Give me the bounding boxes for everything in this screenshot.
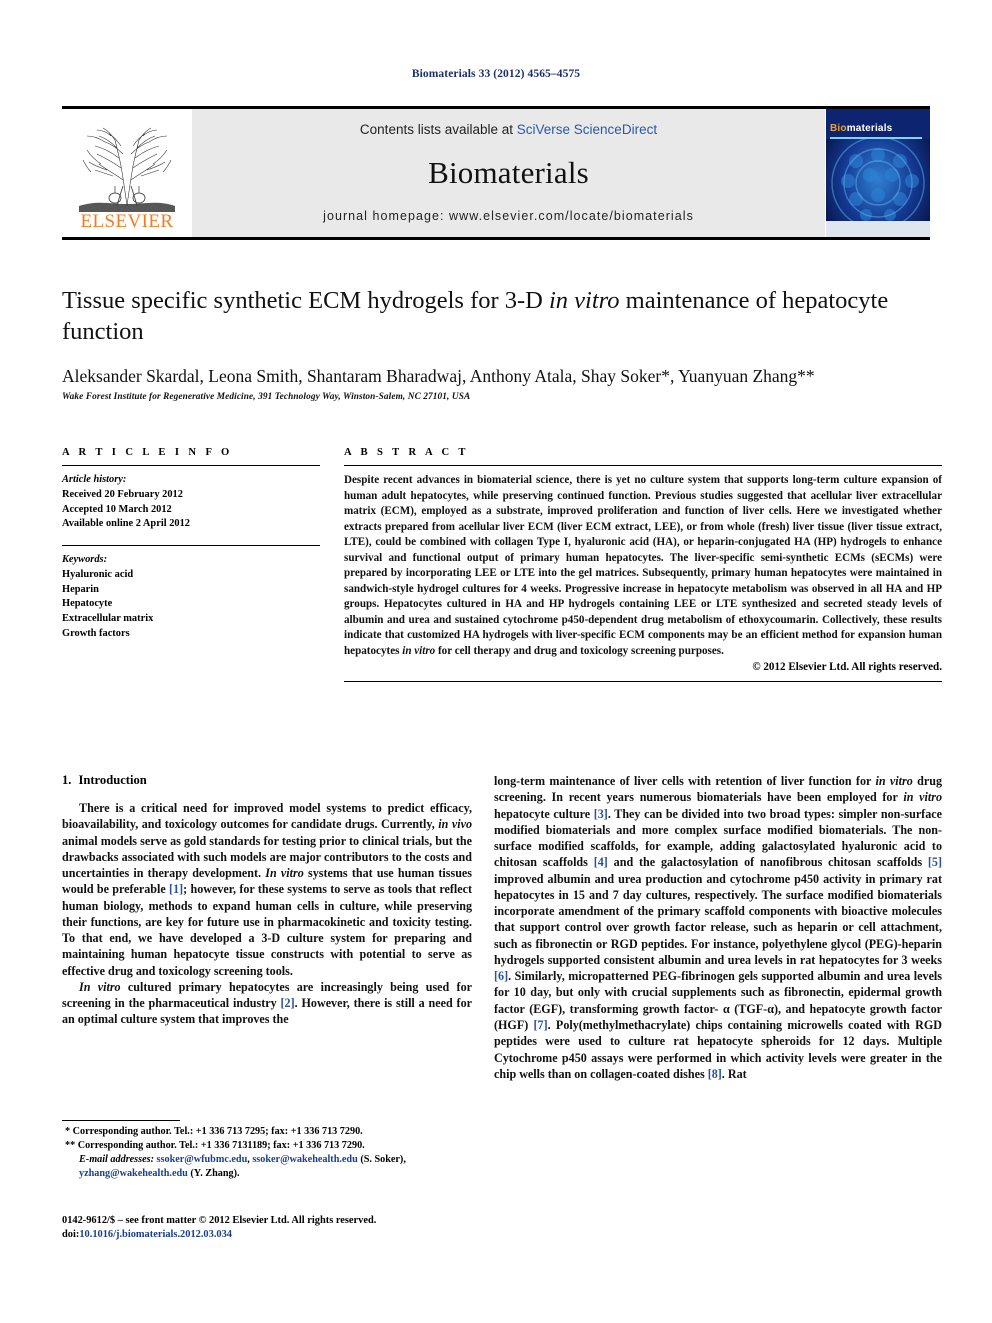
cover-title-bio: Bio — [830, 123, 847, 134]
citation-link-1[interactable]: [1] — [169, 882, 183, 896]
keyword-item: Growth factors — [62, 627, 130, 639]
keyword-item: Hyaluronic acid — [62, 568, 134, 580]
article-history-block: Article history: Received 20 February 20… — [62, 473, 320, 532]
divider — [62, 545, 320, 547]
doi-link[interactable]: 10.1016/j.biomaterials.2012.03.034 — [79, 1229, 232, 1240]
paragraph: There is a critical need for improved mo… — [62, 800, 472, 979]
keyword-item: Heparin — [62, 583, 99, 595]
author-list: Aleksander Skardal, Leona Smith, Shantar… — [62, 366, 815, 386]
elsevier-wordmark: ELSEVIER — [80, 211, 174, 232]
keyword-item: Extracellular matrix — [62, 613, 154, 625]
r-f: improved albumin and urea production and… — [494, 871, 942, 967]
history-accepted: Accepted 10 March 2012 — [62, 503, 172, 515]
abstract-text-2: for cell therapy and drug and toxicology… — [435, 644, 724, 657]
journal-homepage-link[interactable]: journal homepage: www.elsevier.com/locat… — [323, 209, 694, 223]
abstract-copyright: © 2012 Elsevier Ltd. All rights reserved… — [752, 661, 942, 674]
email-addresses-label: E-mail addresses: — [79, 1153, 154, 1165]
citation-link-4[interactable]: [4] — [594, 855, 608, 869]
p1-a: There is a critical need for improved mo… — [62, 801, 472, 832]
contents-prefix: Contents lists available at — [359, 122, 517, 137]
cover-title-materials: materials — [846, 123, 893, 134]
r-e: and the galactosylation of nanofibrous c… — [607, 855, 928, 870]
citation-link-5[interactable]: [5] — [928, 855, 942, 869]
keywords-block: Keywords: Hyaluronic acid Heparin Hepato… — [62, 553, 320, 642]
journal-title: Biomaterials — [428, 155, 589, 190]
section-title: Introduction — [78, 773, 147, 787]
footnote-corresponding-1: * Corresponding author. Tel.: +1 336 713… — [65, 1126, 363, 1137]
r-a: long-term maintenance of liver cells wit… — [494, 774, 876, 788]
section-number: 1. — [62, 773, 72, 787]
abstract-text: Despite recent advances in biomaterial s… — [344, 473, 942, 659]
r-c: hepatocyte culture — [494, 806, 594, 821]
section-heading-introduction: 1. Introduction — [62, 773, 472, 788]
email-link-3[interactable]: yzhang@wakehealth.edu — [79, 1168, 188, 1179]
imprint-block: 0142-9612/$ – see front matter © 2012 El… — [62, 1214, 492, 1243]
journal-masthead: ELSEVIER Contents lists available at Sci… — [62, 106, 930, 240]
citation-link-2[interactable]: [2] — [281, 996, 295, 1010]
email-owner-2: (Y. Zhang). — [190, 1167, 240, 1179]
citation-link-6[interactable]: [6] — [494, 969, 508, 983]
title-part-1: Tissue specific synthetic ECM hydrogels … — [62, 287, 549, 314]
r-italic-2: in vitro — [903, 790, 942, 805]
article-history-label: Article history: — [62, 474, 127, 485]
citation-link-7[interactable]: [7] — [534, 1018, 548, 1032]
body-right-column: long-term maintenance of liver cells wit… — [494, 773, 942, 1082]
affiliation: Wake Forest Institute for Regenerative M… — [62, 392, 471, 402]
history-received: Received 20 February 2012 — [62, 488, 183, 500]
footnotes-block: * Corresponding author. Tel.: +1 336 713… — [62, 1120, 472, 1181]
body-left-column: 1. Introduction There is a critical need … — [62, 773, 472, 1028]
paragraph: long-term maintenance of liver cells wit… — [494, 773, 942, 1082]
abstract-heading: A B S T R A C T — [344, 447, 469, 458]
divider — [344, 465, 942, 466]
article-info-column: A R T I C L E I N F O Article history: R… — [62, 447, 320, 642]
doi-line: doi:10.1016/j.biomaterials.2012.03.034 — [62, 1228, 492, 1242]
citation-link-8[interactable]: [8] — [708, 1067, 722, 1081]
history-online: Available online 2 April 2012 — [62, 518, 190, 530]
issn-line: 0142-9612/$ – see front matter © 2012 El… — [62, 1215, 377, 1226]
email-link-1[interactable]: ssoker@wfubmc.edu — [157, 1154, 248, 1165]
abstract-text-1: Despite recent advances in biomaterial s… — [344, 474, 942, 657]
abstract-column: A B S T R A C T Despite recent advances … — [344, 447, 942, 690]
keywords-label: Keywords: — [62, 554, 108, 566]
r-italic-1: in vitro — [875, 774, 913, 788]
elsevier-logo: ELSEVIER — [62, 109, 192, 237]
abstract-italic: in vitro — [402, 644, 436, 657]
cover-rule — [830, 137, 922, 139]
footnote-corresponding-2: ** Corresponding author. Tel.: +1 336 71… — [65, 1139, 365, 1151]
page-title: Tissue specific synthetic ECM hydrogels … — [62, 286, 942, 348]
title-italic: in vitro — [549, 287, 620, 314]
p1-italic-in-vitro: In vitro — [265, 866, 304, 881]
footnote-divider — [62, 1120, 180, 1121]
p1-italic-in-vivo: in vivo — [438, 817, 472, 832]
cover-journal-title: Biomaterials — [830, 123, 892, 134]
paper-page: Biomaterials 33 (2012) 4565–4575 ELSEVIE… — [0, 0, 992, 1323]
sciencedirect-link[interactable]: SciVerse ScienceDirect — [517, 122, 657, 137]
p1-d: ; however, for these systems to serve as… — [62, 882, 472, 978]
doi-label: doi: — [62, 1229, 80, 1241]
divider — [62, 465, 320, 466]
email-owner-1: (S. Soker), — [360, 1153, 406, 1165]
r-i: . Rat — [721, 1066, 747, 1081]
keyword-item: Hepatocyte — [62, 598, 113, 610]
email-link-2[interactable]: ssoker@wakehealth.edu — [252, 1154, 357, 1165]
citation-link-3[interactable]: [3] — [594, 807, 608, 821]
footnote-emails: E-mail addresses: ssoker@wfubmc.edu, sso… — [79, 1153, 406, 1179]
paragraph: In vitro cultured primary hepatocytes ar… — [62, 979, 472, 1028]
journal-cover-thumbnail[interactable]: Biomaterials — [825, 109, 930, 237]
masthead-center: Contents lists available at SciVerse Sci… — [192, 109, 825, 237]
running-head: Biomaterials 33 (2012) 4565–4575 — [411, 68, 581, 80]
contents-available-line: Contents lists available at SciVerse Sci… — [360, 122, 657, 137]
divider — [344, 681, 942, 683]
elsevier-tree-icon — [79, 127, 175, 212]
article-info-heading: A R T I C L E I N F O — [62, 447, 233, 458]
p2-italic-in-vitro: In vitro — [79, 979, 121, 994]
